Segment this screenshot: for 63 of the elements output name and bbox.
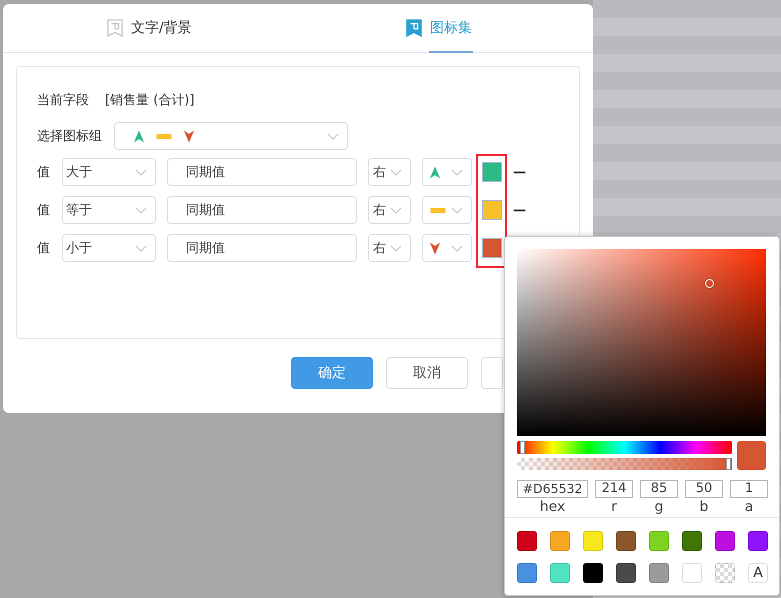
text-color-swatch[interactable]: A — [748, 563, 768, 583]
chevron-down-icon — [135, 245, 147, 252]
chevron-down-icon — [135, 207, 147, 214]
hue-slider[interactable] — [517, 441, 732, 454]
hex-label: hex — [540, 498, 566, 516]
button[interactable]: 取消 — [386, 357, 468, 389]
value-field[interactable]: 同期值 — [167, 196, 357, 224]
saturation-brightness-area[interactable] — [517, 249, 766, 436]
value-field[interactable]: 同期值 — [167, 234, 357, 262]
hex-field[interactable]: #D65532 — [517, 480, 588, 498]
channel-field[interactable]: 1 — [730, 480, 768, 498]
rule-label: 值 — [37, 240, 51, 257]
icon-select[interactable] — [422, 158, 472, 186]
operator-select[interactable]: 大于 — [62, 158, 156, 186]
rule-label: 值 — [37, 164, 51, 181]
icon-select[interactable] — [422, 196, 472, 224]
color-swatch[interactable] — [482, 200, 502, 220]
slider-thumb[interactable] — [726, 458, 731, 470]
button[interactable] — [481, 357, 503, 389]
bookmark-icon — [107, 19, 123, 37]
channel-field[interactable]: 85 — [640, 480, 678, 498]
picker-handle[interactable] — [704, 278, 714, 288]
channel-label: g — [654, 498, 664, 516]
rule-label: 值 — [37, 202, 51, 219]
channel-label: r — [611, 498, 617, 516]
alpha-slider[interactable] — [517, 458, 732, 470]
color-swatch[interactable] — [482, 238, 502, 258]
field-value: [销售量 (合计)] — [105, 92, 194, 109]
bookmark-icon — [406, 19, 422, 37]
icon-select[interactable] — [422, 234, 472, 262]
channel-field[interactable]: 50 — [685, 480, 723, 498]
transparent-swatch[interactable] — [715, 563, 735, 583]
chevron-down-icon — [390, 169, 402, 176]
down-arrow-icon — [183, 128, 195, 144]
icon-group-label: 选择图标组 — [37, 128, 102, 145]
position-select[interactable]: 右 — [368, 196, 411, 224]
up-arrow-icon — [429, 164, 441, 180]
up-arrow-icon — [133, 128, 145, 144]
channel-label: b — [700, 498, 708, 516]
dash-text: — — [513, 164, 526, 180]
chevron-down-icon — [451, 169, 463, 176]
dash-icon — [155, 134, 173, 138]
slider-thumb[interactable] — [520, 441, 526, 454]
color-swatch[interactable] — [482, 162, 502, 182]
position-select[interactable]: 右 — [368, 158, 411, 186]
field-label: 当前字段 — [37, 92, 89, 109]
chevron-down-icon — [327, 133, 339, 140]
operator-select[interactable]: 小于 — [62, 234, 156, 262]
channel-field[interactable]: 214 — [595, 480, 633, 498]
position-select[interactable]: 右 — [368, 234, 411, 262]
chevron-down-icon — [135, 169, 147, 176]
operator-select[interactable]: 等于 — [62, 196, 156, 224]
tab[interactable]: 文字/背景 — [3, 4, 294, 52]
dash-text: — — [513, 202, 526, 218]
icon-group-select[interactable] — [114, 122, 348, 150]
dash-icon — [429, 208, 447, 212]
chevron-down-icon — [451, 245, 463, 252]
chevron-down-icon — [390, 245, 402, 252]
value-field[interactable]: 同期值 — [167, 158, 357, 186]
chevron-down-icon — [390, 207, 402, 214]
channel-label: a — [744, 498, 754, 516]
chevron-down-icon — [451, 207, 463, 214]
down-arrow-icon — [429, 240, 441, 256]
